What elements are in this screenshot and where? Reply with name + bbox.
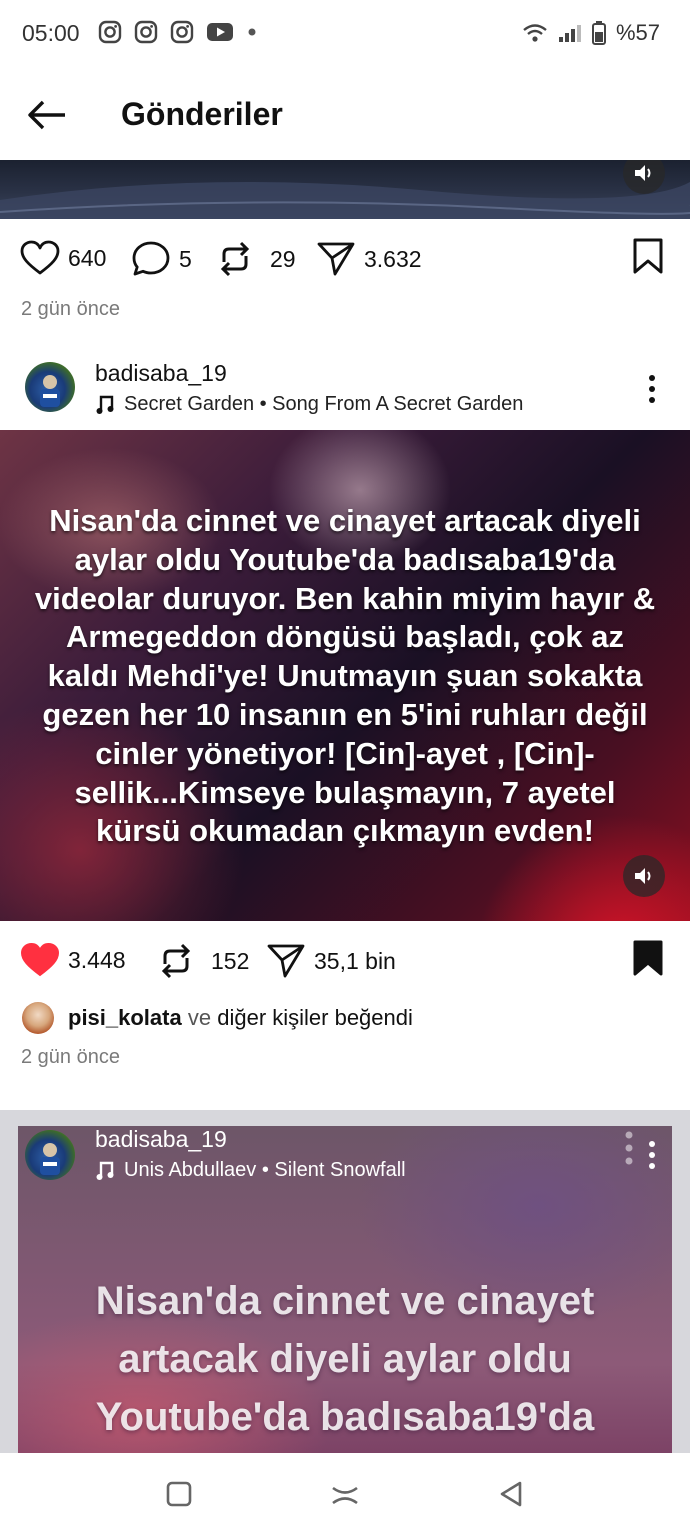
back-arrow-icon[interactable] [26,98,68,132]
battery-percent: %57 [615,20,660,45]
username[interactable]: badisaba_19 [95,360,227,387]
post-time: 2 gün önce [21,298,120,320]
post-time: 2 gün önce [21,1046,120,1068]
username[interactable]: badisaba_19 [95,1126,227,1153]
post-header: badisaba_19 Unis Abdullaev • Silent Snow… [0,1118,690,1198]
instagram-icon [170,20,194,44]
repost-count: 152 [211,947,250,974]
repost-button[interactable]: 29 [216,240,296,278]
battery-icon [591,21,606,45]
more-options-icon[interactable] [647,1140,657,1170]
post-header: badisaba_19 Secret Garden • Song From A … [0,350,690,430]
bookmark-icon[interactable] [632,238,664,274]
liked-by-connector: ve [187,1005,212,1030]
share-button[interactable]: 35,1 bin [266,942,396,980]
music-note-icon [96,395,114,414]
liked-by-row[interactable]: pisi_kolata ve diğer kişiler beğendi [22,1002,413,1034]
share-button[interactable]: 3.632 [316,240,422,278]
comment-icon [132,241,170,276]
avatar[interactable] [25,1130,75,1180]
back-nav-icon[interactable] [498,1480,524,1508]
post-actions: 3.448 152 35,1 bin [0,930,690,990]
post-media[interactable]: Nisan'da cinnet ve cinayet artacak diyel… [0,430,690,921]
liked-by-rest: diğer kişiler beğendi [217,1005,413,1030]
signal-icon [558,25,581,42]
volume-button[interactable] [623,855,665,897]
music-info[interactable]: Secret Garden • Song From A Secret Garde… [96,393,523,416]
recents-icon[interactable] [166,1481,192,1507]
repost-count: 29 [270,245,296,272]
heart-icon [20,240,60,275]
like-button[interactable]: 640 [20,240,106,276]
avatar-image [40,375,60,407]
avatar[interactable] [25,362,75,412]
speaker-icon [635,868,651,884]
liker-username[interactable]: pisi_kolata [68,1005,182,1030]
notification-icons [98,20,258,44]
liker-avatar [22,1002,54,1034]
wifi-icon [523,24,547,42]
music-info[interactable]: Unis Abdullaev • Silent Snowfall [96,1159,406,1182]
app-header: Gönderiler [0,68,690,160]
like-button[interactable]: 3.448 [20,942,126,978]
share-count: 3.632 [364,245,422,272]
repost-icon [220,241,250,277]
like-count: 640 [68,244,107,271]
status-time: 05:00 [22,20,80,46]
bookmark-filled-icon[interactable] [632,940,664,976]
send-icon [267,944,305,978]
media-caption-text: Nisan'da cinnet ve cinayet artacak diyel… [95,1279,595,1439]
music-label: Secret Garden • Song From A Secret Garde… [124,393,524,415]
music-label: Unis Abdullaev • Silent Snowfall [124,1159,406,1181]
music-note-icon [96,1161,114,1180]
repost-icon [161,943,191,979]
media-caption-text: Nisan'da cinnet ve cinayet artacak diyel… [34,503,656,849]
youtube-icon [207,23,233,41]
instagram-icon [98,20,122,44]
page-title: Gönderiler [121,96,283,132]
instagram-icon [134,20,158,44]
speaker-icon [635,165,651,181]
heart-filled-icon [20,942,60,977]
system-status: %57 [522,20,660,46]
post-media[interactable] [0,160,690,219]
home-icon[interactable] [330,1483,360,1507]
like-count: 3.448 [68,946,126,973]
share-count: 35,1 bin [314,947,396,974]
avatar-image [40,1143,60,1175]
media-background [0,182,690,219]
dot-icon [248,28,256,36]
send-icon [317,242,355,276]
repost-button[interactable]: 152 [157,942,249,980]
comment-button[interactable]: 5 [131,240,192,278]
system-nav-bar [0,1453,690,1533]
more-options-icon[interactable] [647,374,657,404]
comment-count: 5 [179,245,192,272]
status-bar: 05:00 %57 [0,0,690,68]
post-actions: 640 5 29 3.632 [0,228,690,288]
